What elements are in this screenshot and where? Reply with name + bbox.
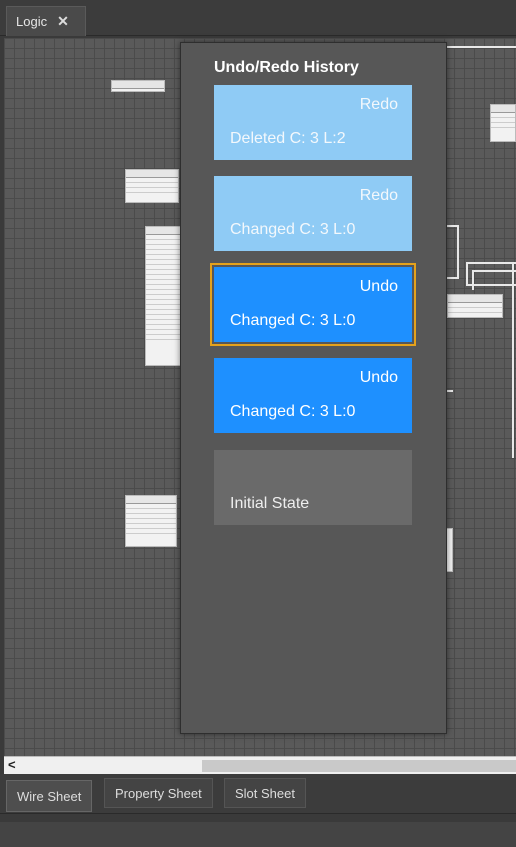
component-block[interactable] [447,294,503,318]
component-block[interactable] [125,169,179,203]
history-description: Changed C: 3 L:0 [230,312,356,329]
wire [447,277,459,279]
component-block[interactable] [125,495,177,547]
history-description: Changed C: 3 L:0 [230,221,356,238]
history-item-initial-state[interactable]: Initial State [214,450,412,525]
component-block[interactable] [145,226,183,366]
component-block[interactable] [111,80,165,92]
wire [512,262,514,458]
tab-label: Slot Sheet [235,785,295,801]
history-action: Redo [359,96,398,113]
status-bar [0,822,516,847]
panel-title: Undo/Redo History [214,59,359,76]
wire [472,270,474,290]
history-description: Initial State [230,495,310,512]
tab-label: Logic [16,14,48,29]
history-item-redo[interactable]: Redo Changed C: 3 L:0 [214,176,412,251]
tab-label: Wire Sheet [17,788,82,804]
tab-slot-sheet[interactable]: Slot Sheet [224,778,306,808]
history-item-redo[interactable]: Redo Deleted C: 3 L:2 [214,85,412,160]
component-block[interactable] [490,104,516,142]
wire [466,262,468,286]
history-action: Undo [359,278,398,295]
undo-redo-history-panel: Undo/Redo History Redo Deleted C: 3 L:2 … [180,42,447,734]
sheet-tab-bar: Wire Sheet Property Sheet Slot Sheet [0,774,516,814]
history-action: Undo [359,369,398,386]
history-item-current[interactable]: Undo Changed C: 3 L:0 [210,263,416,346]
tab-property-sheet[interactable]: Property Sheet [104,778,213,808]
horizontal-scrollbar[interactable]: < [4,756,516,774]
history-item-undo[interactable]: Undo Changed C: 3 L:0 [214,358,412,433]
wire [447,390,453,392]
history-action: Redo [359,187,398,204]
scroll-thumb[interactable] [202,760,516,772]
wire [457,225,459,279]
tab-wire-sheet[interactable]: Wire Sheet [6,780,93,812]
history-description: Deleted C: 3 L:2 [230,130,346,147]
close-icon[interactable]: ✕ [57,13,69,30]
tab-bar: Logic ✕ [0,0,516,36]
history-description: Changed C: 3 L:0 [230,403,356,420]
tab-label: Property Sheet [115,785,202,801]
scroll-left-icon[interactable]: < [8,757,16,772]
wire [472,270,516,272]
wire [447,46,516,48]
wire [466,262,516,264]
tab-logic[interactable]: Logic ✕ [6,6,86,36]
